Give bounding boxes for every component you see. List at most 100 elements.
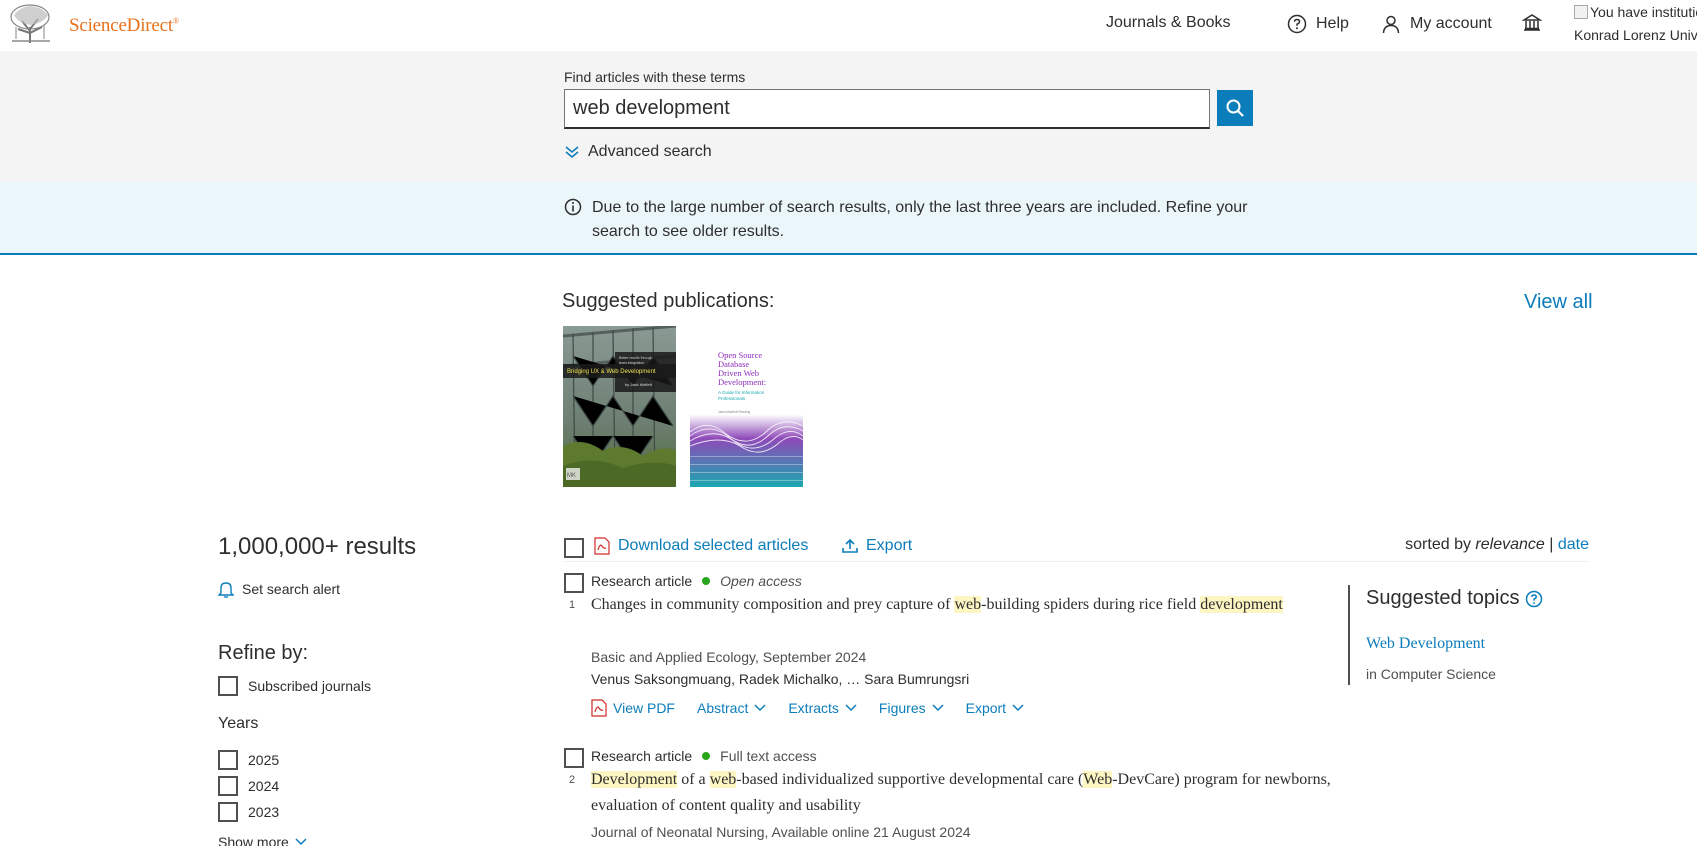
upload-icon xyxy=(842,538,858,553)
search-input[interactable] xyxy=(564,89,1210,129)
title-text: of a xyxy=(677,771,710,788)
chevron-down-icon xyxy=(845,704,857,712)
view-pdf-label: View PDF xyxy=(613,700,675,716)
full-text-access-dot xyxy=(702,752,711,760)
download-selected-button[interactable]: Download selected articles xyxy=(594,537,808,555)
sort-by-date-link[interactable]: date xyxy=(1558,536,1589,553)
year-label: 2024 xyxy=(248,778,280,794)
year-2024-checkbox[interactable] xyxy=(218,776,238,796)
year-2023-checkbox[interactable] xyxy=(218,802,238,822)
institution-access[interactable]: You have institutional access Konrad Lor… xyxy=(1574,2,1697,45)
chevron-down-icon xyxy=(754,704,766,712)
result-source: Journal of Neonatal Nursing, Available o… xyxy=(591,824,971,840)
chevron-down-icon xyxy=(1012,704,1024,712)
book2-author: Jason Bartlett Reading xyxy=(718,410,750,414)
result-checkbox[interactable] xyxy=(564,573,584,593)
article-type: Research article xyxy=(591,573,693,589)
advanced-search-toggle[interactable]: Advanced search xyxy=(564,143,712,161)
view-pdf-link[interactable]: View PDF xyxy=(591,699,675,717)
book2-subtitle-line2: Professionals xyxy=(718,396,746,401)
book1-line2: team integration xyxy=(619,361,644,365)
pdf-icon xyxy=(591,699,607,717)
result-type-line: Research article Full text access xyxy=(591,748,817,764)
sort-relevance[interactable]: relevance xyxy=(1475,536,1544,553)
person-icon xyxy=(1382,15,1400,34)
search-icon xyxy=(1226,99,1244,117)
book1-publisher: MK xyxy=(567,473,576,479)
figures-toggle[interactable]: Figures xyxy=(879,700,944,716)
double-chevron-down-icon xyxy=(565,146,579,159)
result-number: 2 xyxy=(569,774,576,786)
my-account-link[interactable]: My account xyxy=(1381,14,1492,34)
registered-mark: ® xyxy=(172,16,179,26)
suggested-topics-panel: Suggested topics Web Development in Comp… xyxy=(1348,585,1598,685)
filter-year-2024[interactable]: 2024 xyxy=(218,776,279,796)
title-highlight: Development xyxy=(591,771,678,788)
suggested-topics-label: Suggested topics xyxy=(1366,587,1520,609)
topic-web-development-link[interactable]: Web Development xyxy=(1366,635,1485,653)
journals-books-link[interactable]: Journals & Books xyxy=(1106,14,1231,32)
book1-line1: Better results through xyxy=(619,356,653,360)
show-more-years[interactable]: Show more xyxy=(218,834,307,846)
export-label: Export xyxy=(965,700,1007,716)
book2-subtitle-line1: A Guide for Information xyxy=(718,390,765,395)
result-title-link[interactable]: Development of a web-based individualize… xyxy=(591,767,1331,819)
book1-author: by Jack Moffett xyxy=(625,382,653,387)
help-link[interactable]: Help xyxy=(1287,14,1349,34)
help-icon xyxy=(1287,14,1307,34)
filter-year-2025[interactable]: 2025 xyxy=(218,750,279,770)
show-more-label: Show more xyxy=(218,834,289,846)
open-access-dot xyxy=(702,577,711,585)
year-2025-checkbox[interactable] xyxy=(218,750,238,770)
years-title: Years xyxy=(218,715,259,732)
abstract-toggle[interactable]: Abstract xyxy=(697,700,766,716)
export-toggle[interactable]: Export xyxy=(966,700,1024,716)
search-band: Find articles with these terms Advanced … xyxy=(0,51,1697,182)
institution-icon[interactable] xyxy=(1522,13,1542,33)
sorted-by-label: sorted by xyxy=(1405,536,1471,553)
sciencedirect-logo[interactable]: ScienceDirect® xyxy=(69,15,179,37)
result-checkbox[interactable] xyxy=(564,748,584,768)
elsevier-tree-logo[interactable] xyxy=(8,3,54,45)
subscribed-journals-checkbox[interactable] xyxy=(218,676,238,696)
bell-icon xyxy=(218,582,234,598)
set-search-alert[interactable]: Set search alert xyxy=(218,580,340,598)
result-number: 1 xyxy=(569,599,576,611)
search-button[interactable] xyxy=(1217,90,1253,126)
result-actions: View PDF Abstract Extracts Figures Expor… xyxy=(591,699,1024,717)
book1-title: Bridging UX & Web Development xyxy=(567,369,656,375)
title-highlight: development xyxy=(1200,596,1283,613)
book-cover-open-source-db[interactable]: Open Source Database Driven Web Developm… xyxy=(690,326,803,487)
select-all-checkbox[interactable] xyxy=(564,538,584,558)
help-label: Help xyxy=(1316,15,1349,32)
extracts-label: Extracts xyxy=(788,700,839,716)
filter-subscribed-journals[interactable]: Subscribed journals xyxy=(218,676,371,696)
export-button[interactable]: Export xyxy=(842,537,912,555)
search-label: Find articles with these terms xyxy=(564,69,746,85)
result-item: 2 Research article Full text access Deve… xyxy=(564,748,1334,846)
chevron-down-icon xyxy=(295,838,307,846)
filter-year-2023[interactable]: 2023 xyxy=(218,802,279,822)
result-authors: Venus Saksongmuang, Radek Michalko, … Sa… xyxy=(591,671,970,687)
extracts-toggle[interactable]: Extracts xyxy=(788,700,857,716)
access-type: Full text access xyxy=(720,748,817,764)
year-label: 2025 xyxy=(248,752,280,768)
results-notice-banner: Due to the large number of search result… xyxy=(0,182,1697,255)
question-icon[interactable] xyxy=(1525,590,1543,608)
title-highlight: Web xyxy=(1083,771,1113,788)
chevron-down-icon xyxy=(932,704,944,712)
results-count: 1,000,000+ results xyxy=(218,533,417,560)
result-source: Basic and Applied Ecology, September 202… xyxy=(591,649,867,665)
access-type: Open access xyxy=(720,573,802,589)
view-all-link[interactable]: View all xyxy=(1524,291,1593,314)
figures-label: Figures xyxy=(878,700,926,716)
book-cover-bridging-ux[interactable]: Better results through team integration … xyxy=(563,326,676,487)
book2-title-line4: Development: xyxy=(718,377,766,387)
title-highlight: web xyxy=(954,596,982,613)
institution-name: Konrad Lorenz University xyxy=(1574,27,1697,43)
advanced-search-label: Advanced search xyxy=(588,143,712,160)
suggested-publications-title: Suggested publications: xyxy=(562,290,775,312)
results-toolbar: Download selected articles Export sorted… xyxy=(564,536,1589,562)
result-title-link[interactable]: Changes in community composition and pre… xyxy=(591,592,1331,618)
result-type-line: Research article Open access xyxy=(591,573,802,589)
